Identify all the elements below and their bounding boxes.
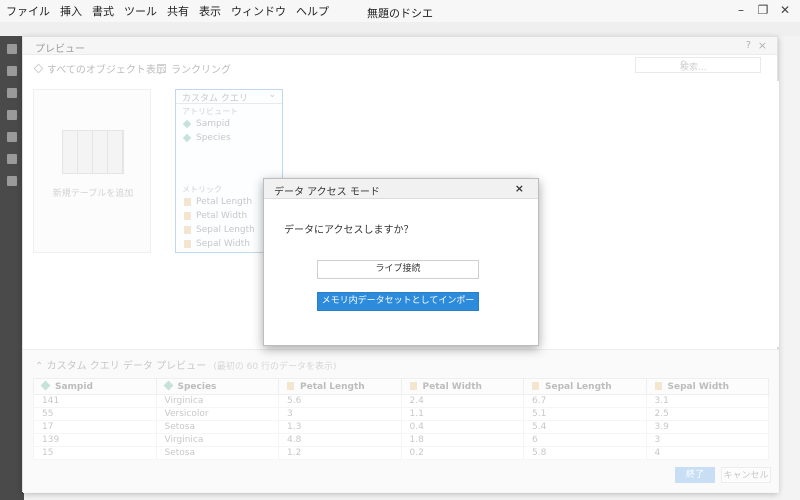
dialog-close-icon[interactable]: × (515, 182, 524, 195)
live-connect-button[interactable]: ライブ接続 (317, 260, 479, 279)
sidebar-database-icon[interactable] (7, 66, 17, 76)
menu-bar: ファイル 挿入 書式 ツール 共有 表示 ウィンドウ ヘルプ 無題のドシエ – … (0, 0, 800, 22)
dialog-title: データ アクセス モード (274, 187, 380, 198)
sidebar-filter-icon[interactable] (7, 110, 17, 120)
data-access-mode-dialog: データ アクセス モード × データにアクセスしますか？ ライブ接続 メモリ内デ… (263, 178, 539, 346)
close-window-icon[interactable]: ✕ (776, 3, 794, 17)
menu-file[interactable]: ファイル (6, 3, 50, 19)
menu-format[interactable]: 書式 (92, 3, 114, 19)
sidebar-settings-icon[interactable] (7, 132, 17, 142)
left-sidebar (0, 36, 24, 500)
menu-insert[interactable]: 挿入 (60, 3, 82, 19)
restore-icon[interactable]: ❐ (754, 3, 772, 17)
menu-tools[interactable]: ツール (124, 3, 157, 19)
window-controls: – ❐ ✕ (728, 3, 794, 17)
sidebar-format-icon[interactable] (7, 154, 17, 164)
menu-window[interactable]: ウィンドウ (231, 3, 286, 19)
main-menu: ファイル 挿入 書式 ツール 共有 表示 ウィンドウ ヘルプ (0, 3, 339, 19)
import-in-memory-button[interactable]: メモリ内データセットとしてインポート (317, 292, 479, 323)
menu-view[interactable]: 表示 (199, 3, 221, 19)
sidebar-brush-icon[interactable] (7, 176, 17, 186)
sidebar-datasets-icon[interactable] (7, 44, 17, 54)
menu-share[interactable]: 共有 (167, 3, 189, 19)
dialog-header: データ アクセス モード × (264, 179, 538, 199)
minimize-icon[interactable]: – (732, 3, 750, 17)
menu-help[interactable]: ヘルプ (296, 3, 329, 19)
toolbar-background (0, 22, 800, 36)
sidebar-edit-icon[interactable] (7, 88, 17, 98)
dialog-question: データにアクセスしますか？ (284, 225, 414, 236)
